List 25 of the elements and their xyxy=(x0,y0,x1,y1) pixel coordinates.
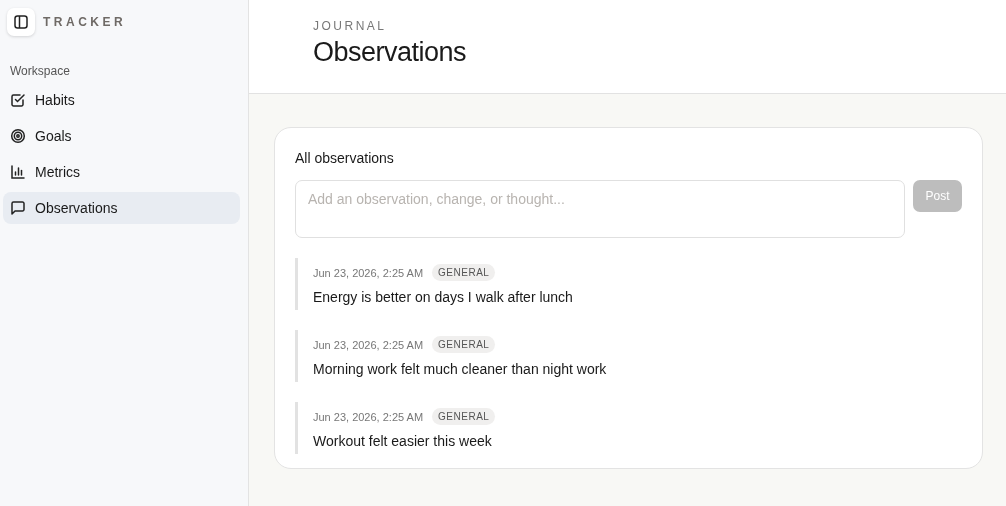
observation-text: Workout felt easier this week xyxy=(313,433,493,449)
category-tag: GENERAL xyxy=(432,264,496,281)
sidebar-item[interactable]: Observations xyxy=(3,192,240,224)
timestamp: Jun 23, 2026, 2:25 AM xyxy=(313,410,424,423)
sidebar-item[interactable]: Metrics xyxy=(3,156,240,188)
section-label: Workspace xyxy=(10,64,71,78)
timestamp: Jun 23, 2026, 2:25 AM xyxy=(313,338,424,351)
sidebar-toggle-button[interactable] xyxy=(7,8,35,36)
sidebar-item[interactable]: Habits xyxy=(3,84,240,116)
timestamp: Jun 23, 2026, 2:25 AM xyxy=(313,266,424,279)
category-tag: GENERAL xyxy=(432,408,496,425)
target-icon xyxy=(10,128,26,144)
section-eyebrow: JOURNAL xyxy=(313,19,388,33)
category-tag: GENERAL xyxy=(432,336,496,353)
chat-bubble-icon xyxy=(10,200,26,216)
sidebar-item[interactable]: Goals xyxy=(3,120,240,152)
observation-input-field[interactable]: Add an observation, change, or thought... xyxy=(295,180,905,238)
bar-chart-icon xyxy=(10,164,26,180)
checkbox-icon xyxy=(10,92,26,108)
app-title: TRACKER xyxy=(43,15,127,29)
observation-text: Morning work felt much cleaner than night work xyxy=(313,361,608,377)
card-title: All observations xyxy=(295,150,395,166)
page-title: Observations xyxy=(313,37,468,68)
observation-text: Energy is better on days I walk after lunch xyxy=(313,289,574,305)
sidebar-icon xyxy=(13,14,29,30)
